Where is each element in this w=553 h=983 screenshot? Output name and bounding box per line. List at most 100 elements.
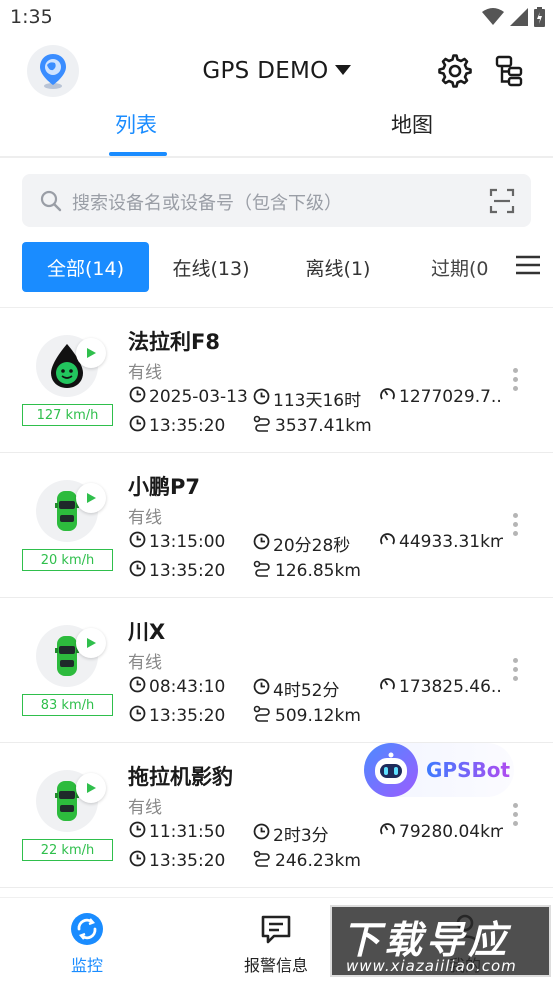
signal-time-value: 13:35:20 [149,706,226,726]
stop-duration-value: 4时52分 [273,681,340,701]
play-icon[interactable] [76,773,106,803]
total-mileage: 79280.04km [379,821,503,843]
gpsbot-button[interactable]: GPSBot [364,743,514,797]
message-icon [261,915,291,944]
play-icon[interactable] [76,483,106,513]
clock-icon [129,821,149,843]
clock-icon [253,823,273,845]
last-update: 13:15:00 [129,531,225,553]
last-update-value: 11:31:50 [149,822,226,842]
signal-time: 13:35:20 [129,850,225,872]
clock-icon [129,705,149,727]
total-mileage-value: 173825.46... [399,677,503,697]
filter-all[interactable]: 全部(14) [22,242,149,292]
more-options-button[interactable] [513,803,519,826]
today-distance-value: 3537.41km [275,416,372,436]
device-status: 有线 [128,798,162,818]
route-icon [253,415,275,437]
signal-time: 13:35:20 [129,560,225,582]
tab-map[interactable]: 地图 [391,109,433,139]
signal-time: 13:35:20 [129,705,225,727]
wifi-icon [482,8,504,25]
status-bar: 1:35 [0,0,553,36]
watermark-url: www.xiazaiiliao.com [346,957,517,975]
monitor-icon [71,913,103,945]
clock-icon [129,676,149,698]
search-placeholder: 搜索设备名或设备号（包含下级） [72,193,342,214]
total-mileage: 173825.46... [379,676,503,698]
speedometer-icon [379,676,399,698]
signal-icon [510,8,528,26]
clock-icon [129,415,149,437]
speedometer-icon [379,821,399,843]
total-mileage: 44933.31km [379,531,503,553]
more-options-button[interactable] [513,658,519,681]
active-tab-indicator [109,152,167,156]
app-header: GPS DEMO [0,36,553,106]
nav-monitor-label: 监控 [70,956,103,975]
device-row[interactable]: 20 km/h 小鹏P7 有线 13:15:00 20分28秒 44933.31km 13:… [0,453,553,598]
speed-badge: 20 km/h [22,549,113,571]
status-filter-bar: 全部(14) 在线(13) 离线(1) 过期(0 [0,242,553,292]
more-options-button[interactable] [513,513,519,536]
menu-icon[interactable] [515,254,541,276]
play-icon[interactable] [76,628,106,658]
device-status: 有线 [128,363,162,383]
gpsbot-label: GPSBot [426,758,511,782]
more-options-button[interactable] [513,368,519,391]
search-input[interactable]: 搜索设备名或设备号（包含下级） [22,174,531,227]
nav-alarms-label: 报警信息 [243,956,308,975]
device-row[interactable]: 127 km/h 法拉利F8 有线 2025-03-13 113天16时 1277029.… [0,308,553,453]
clock-icon [129,386,149,408]
device-status: 有线 [128,653,162,673]
device-name: 小鹏P7 [128,475,201,499]
scan-icon[interactable] [489,188,515,214]
nav-alarms[interactable]: 报警信息 [216,912,336,976]
route-icon [253,850,275,872]
signal-time-value: 13:35:20 [149,561,226,581]
device-name: 川X [128,620,166,644]
filter-offline[interactable]: 离线(1) [273,242,403,292]
filter-expired[interactable]: 过期(0 [403,242,503,292]
app-title-text: GPS DEMO [202,58,329,84]
filter-online[interactable]: 在线(13) [149,242,273,292]
battery-icon [534,7,545,27]
speed-badge: 127 km/h [22,404,113,426]
today-distance-value: 126.85km [275,561,361,581]
play-icon[interactable] [76,338,106,368]
nav-monitor[interactable]: 监控 [27,912,147,976]
today-distance: 246.23km [253,850,361,872]
total-mileage-value: 44933.31km [399,532,503,552]
stop-duration-value: 113天16时 [273,391,362,411]
stop-duration: 113天16时 [253,386,361,411]
device-status: 有线 [128,508,162,528]
caret-down-icon [334,64,351,75]
last-update-value: 08:43:10 [149,677,226,697]
device-row[interactable]: 83 km/h 川X 有线 08:43:10 4时52分 173825.46... 13:3… [0,598,553,743]
device-tree-button[interactable] [492,54,526,88]
settings-button[interactable] [438,54,472,88]
last-update: 11:31:50 [129,821,225,843]
today-distance: 3537.41km [253,415,372,437]
today-distance-value: 246.23km [275,851,361,871]
hierarchy-icon [495,55,523,87]
device-name: 法拉利F8 [128,330,220,354]
device-name: 拖拉机影豹 [128,765,233,789]
stop-duration: 20分28秒 [253,531,350,556]
last-update-value: 2025-03-13 [149,387,248,407]
stop-duration: 2时3分 [253,821,329,846]
tab-list[interactable]: 列表 [115,109,157,139]
signal-time: 13:35:20 [129,415,225,437]
gear-icon [438,54,472,88]
last-update: 08:43:10 [129,676,225,698]
status-time: 1:35 [10,6,53,28]
signal-time-value: 13:35:20 [149,851,226,871]
view-tabs: 列表 地图 [0,106,553,158]
last-update: 2025-03-13 [129,386,248,408]
total-mileage-value: 1277029.7... [399,387,503,407]
route-icon [253,705,275,727]
clock-icon [253,678,273,700]
clock-icon [129,560,149,582]
today-distance: 509.12km [253,705,361,727]
route-icon [253,560,275,582]
